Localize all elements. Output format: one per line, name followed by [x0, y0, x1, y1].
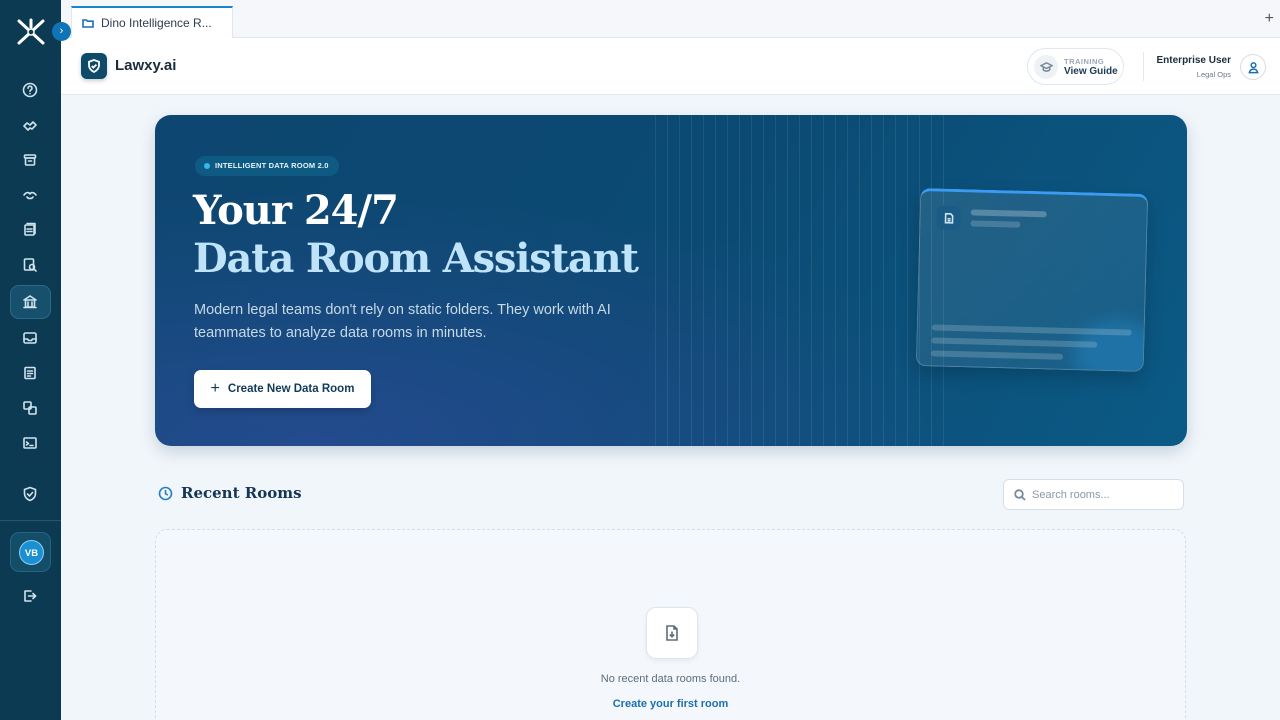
hands-icon[interactable]: [19, 184, 41, 206]
clipboard-icon[interactable]: [19, 362, 41, 384]
sidebar-divider: [0, 520, 61, 521]
create-new-data-room-button[interactable]: + Create New Data Room: [194, 370, 371, 408]
preview-line: [970, 209, 1047, 218]
data-room-icon[interactable]: [19, 291, 41, 313]
help-icon[interactable]: [19, 79, 41, 101]
tab-bar: Dino Intelligence R... +: [61, 0, 1280, 38]
sidebar-collapse-button[interactable]: ›: [52, 22, 71, 41]
view-guide-label: View Guide: [1064, 66, 1118, 77]
document-search-icon[interactable]: [19, 254, 41, 276]
handshake-icon[interactable]: [19, 114, 41, 136]
archive-icon[interactable]: [19, 149, 41, 171]
badge-dot: [204, 163, 210, 169]
app-logo-icon[interactable]: [16, 18, 46, 46]
brand-shield-icon[interactable]: [81, 53, 107, 79]
badge-label: INTELLIGENT DATA ROOM 2.0: [215, 161, 329, 170]
preview-line: [931, 337, 1098, 348]
hero-texture: [655, 115, 955, 446]
folder-icon: [82, 19, 94, 28]
graduation-cap-icon: [1034, 55, 1058, 79]
tab-title: Dino Intelligence R...: [101, 16, 212, 30]
download-file-icon: [646, 607, 698, 659]
shield-check-icon[interactable]: [19, 483, 41, 505]
tab-dino-intelligence[interactable]: Dino Intelligence R...: [71, 6, 233, 38]
training-label: TRAINING: [1064, 57, 1105, 66]
app-header: Lawxy.ai TRAINING View Guide Enterprise …: [61, 38, 1280, 95]
documents-icon[interactable]: [19, 219, 41, 241]
recent-rooms-title: Recent Rooms: [181, 484, 302, 502]
clock-icon: [158, 486, 173, 501]
search-rooms[interactable]: [1003, 479, 1184, 510]
translate-icon[interactable]: [19, 397, 41, 419]
user-avatar-button[interactable]: VB: [10, 532, 51, 572]
new-tab-button[interactable]: +: [1265, 11, 1274, 27]
logout-icon[interactable]: [19, 585, 41, 607]
terminal-icon[interactable]: [19, 432, 41, 454]
hero-badge: INTELLIGENT DATA ROOM 2.0: [195, 156, 339, 176]
hero-description: Modern legal teams don't rely on static …: [194, 302, 611, 341]
sidebar: VB: [0, 0, 61, 720]
document-icon: [936, 205, 961, 231]
user-profile-icon[interactable]: [1240, 54, 1266, 80]
preview-line: [930, 350, 1064, 360]
avatar: VB: [19, 540, 44, 565]
inbox-icon[interactable]: [19, 327, 41, 349]
empty-state-message: No recent data rooms found.: [600, 673, 741, 685]
user-role: Legal Ops: [1196, 70, 1231, 79]
search-icon: [1014, 489, 1026, 501]
training-guide-button[interactable]: TRAINING View Guide: [1027, 48, 1124, 85]
hero-title-line2: Data Room Assistant: [193, 235, 639, 282]
preview-line: [970, 220, 1021, 228]
search-input[interactable]: [1032, 486, 1177, 504]
create-button-label: Create New Data Room: [227, 383, 355, 395]
brand-name[interactable]: Lawxy.ai: [115, 57, 176, 74]
plus-icon: +: [210, 380, 220, 397]
recent-rooms-empty-state: No recent data rooms found. Create your …: [155, 529, 1186, 720]
hero-banner: INTELLIGENT DATA ROOM 2.0 Your 24/7 Data…: [155, 115, 1187, 446]
hero-title-line1: Your 24/7: [193, 187, 399, 234]
document-preview-illustration: [915, 188, 1149, 372]
header-divider: [1143, 52, 1144, 81]
user-name: Enterprise User: [1156, 55, 1231, 66]
create-first-room-link[interactable]: Create your first room: [156, 698, 1185, 710]
